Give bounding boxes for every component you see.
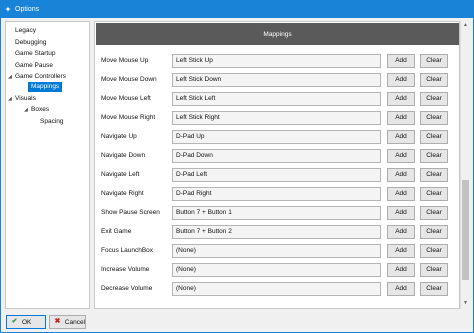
mapping-row: Move Mouse Right Left Stick Right Add Cl… — [95, 111, 459, 126]
mapping-field[interactable]: (None) — [172, 282, 381, 296]
mapping-label: Focus LaunchBox — [101, 247, 154, 254]
mapping-label: Show Pause Screen — [101, 209, 160, 216]
mapping-row: Show Pause Screen Button 7 + Button 1 Ad… — [95, 206, 459, 221]
mapping-field[interactable]: Button 7 + Button 1 — [172, 206, 381, 220]
clear-button[interactable]: Clear — [420, 225, 448, 239]
clear-button[interactable]: Clear — [420, 92, 448, 106]
mapping-field[interactable]: Left Stick Up — [172, 54, 381, 68]
clear-button[interactable]: Clear — [420, 168, 448, 182]
mapping-label: Move Mouse Right — [101, 114, 156, 121]
add-button[interactable]: Add — [387, 282, 415, 296]
mapping-field[interactable]: D-Pad Left — [172, 168, 381, 182]
mapping-label: Navigate Left — [101, 171, 140, 178]
mappings-panel: Mappings Move Mouse Up Left Stick Up Add… — [94, 21, 460, 309]
chevron-up-icon[interactable]: ▲ — [461, 21, 470, 30]
window-title: Options — [15, 6, 40, 13]
mapping-row: Decrease Volume (None) Add Clear — [95, 282, 459, 297]
add-button[interactable]: Add — [387, 54, 415, 68]
checkmark-icon: ✔ — [11, 318, 18, 325]
app-icon: ✦ — [4, 5, 12, 14]
mapping-field[interactable]: (None) — [172, 263, 381, 277]
mapping-field[interactable]: D-Pad Up — [172, 130, 381, 144]
mapping-field[interactable]: (None) — [172, 244, 381, 258]
ok-button[interactable]: ✔ OK — [6, 315, 46, 329]
mapping-row: Move Mouse Left Left Stick Left Add Clea… — [95, 92, 459, 107]
clear-button[interactable]: Clear — [420, 206, 448, 220]
tree-item-legacy[interactable]: Legacy — [15, 26, 36, 36]
mapping-label: Navigate Down — [101, 152, 146, 159]
dialog-footer: ✔ OK ✖ Cancel — [1, 313, 473, 332]
clear-button[interactable]: Clear — [420, 263, 448, 277]
tree-item-mappings[interactable]: Mappings — [28, 82, 63, 92]
clear-button[interactable]: Clear — [420, 130, 448, 144]
clear-button[interactable]: Clear — [420, 73, 448, 87]
chevron-collapse-icon[interactable]: ◢ — [24, 105, 28, 115]
scrollbar-thumb[interactable] — [462, 180, 469, 280]
mappings-header: Mappings — [96, 23, 459, 45]
tree-item-debugging[interactable]: Debugging — [15, 38, 46, 48]
title-bar: ✦ Options — [1, 1, 473, 18]
mapping-row: Increase Volume (None) Add Clear — [95, 263, 459, 278]
mapping-label: Exit Game — [101, 228, 132, 235]
mapping-label: Move Mouse Up — [101, 57, 149, 64]
mapping-field[interactable]: Left Stick Right — [172, 111, 381, 125]
mapping-row: Navigate Down D-Pad Down Add Clear — [95, 149, 459, 164]
chevron-collapse-icon[interactable]: ◢ — [8, 72, 12, 82]
mapping-field[interactable]: D-Pad Down — [172, 149, 381, 163]
chevron-down-icon[interactable]: ▼ — [461, 299, 470, 308]
chevron-collapse-icon[interactable]: ◢ — [8, 94, 12, 104]
mapping-field[interactable]: Button 7 + Button 2 — [172, 225, 381, 239]
add-button[interactable]: Add — [387, 92, 415, 106]
clear-button[interactable]: Clear — [420, 111, 448, 125]
tree-item-spacing[interactable]: Spacing — [40, 117, 64, 127]
mapping-label: Increase Volume — [101, 266, 150, 273]
clear-button[interactable]: Clear — [420, 149, 448, 163]
clear-button[interactable]: Clear — [420, 282, 448, 296]
mapping-label: Navigate Right — [101, 190, 144, 197]
clear-button[interactable]: Clear — [420, 54, 448, 68]
mapping-row: Move Mouse Down Left Stick Down Add Clea… — [95, 73, 459, 88]
clear-button[interactable]: Clear — [420, 244, 448, 258]
x-icon: ✖ — [54, 318, 61, 325]
mapping-field[interactable]: Left Stick Left — [172, 92, 381, 106]
add-button[interactable]: Add — [387, 73, 415, 87]
mapping-field[interactable]: Left Stick Down — [172, 73, 381, 87]
tree-item-visuals[interactable]: ◢ Visuals — [8, 94, 36, 104]
mapping-row: Navigate Right D-Pad Right Add Clear — [95, 187, 459, 202]
add-button[interactable]: Add — [387, 263, 415, 277]
options-tree[interactable]: Legacy Debugging Game Startup Game Pause… — [5, 21, 90, 309]
add-button[interactable]: Add — [387, 130, 415, 144]
add-button[interactable]: Add — [387, 187, 415, 201]
add-button[interactable]: Add — [387, 244, 415, 258]
add-button[interactable]: Add — [387, 168, 415, 182]
mapping-field[interactable]: D-Pad Right — [172, 187, 381, 201]
add-button[interactable]: Add — [387, 149, 415, 163]
tree-item-game-controllers[interactable]: ◢ Game Controllers — [8, 72, 66, 82]
mapping-row: Move Mouse Up Left Stick Up Add Clear — [95, 54, 459, 69]
options-window: ✦ Options Legacy Debugging Game Startup … — [0, 0, 474, 333]
mapping-row: Exit Game Button 7 + Button 2 Add Clear — [95, 225, 459, 240]
add-button[interactable]: Add — [387, 206, 415, 220]
mapping-label: Navigate Up — [101, 133, 137, 140]
mapping-row: Focus LaunchBox (None) Add Clear — [95, 244, 459, 259]
tree-item-boxes[interactable]: ◢ Boxes — [24, 105, 49, 115]
mapping-label: Move Mouse Down — [101, 76, 157, 83]
add-button[interactable]: Add — [387, 225, 415, 239]
add-button[interactable]: Add — [387, 111, 415, 125]
mapping-row: Navigate Up D-Pad Up Add Clear — [95, 130, 459, 145]
mapping-row: Navigate Left D-Pad Left Add Clear — [95, 168, 459, 183]
vertical-scrollbar[interactable]: ▲ ▼ — [460, 21, 469, 309]
mapping-label: Decrease Volume — [101, 285, 153, 292]
tree-item-game-startup[interactable]: Game Startup — [15, 49, 55, 59]
mapping-label: Move Mouse Left — [101, 95, 151, 102]
cancel-button[interactable]: ✖ Cancel — [49, 315, 86, 329]
tree-item-game-pause[interactable]: Game Pause — [15, 61, 53, 71]
clear-button[interactable]: Clear — [420, 187, 448, 201]
